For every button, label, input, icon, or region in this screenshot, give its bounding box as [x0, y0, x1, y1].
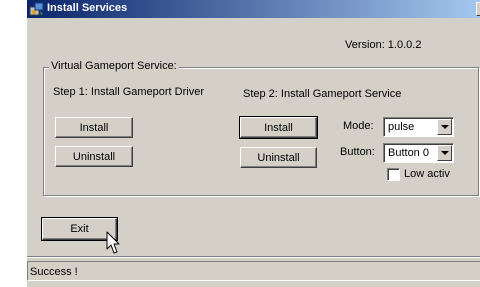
- status-bar: Success !: [27, 261, 480, 281]
- step2-label: Step 2: Install Gameport Service: [243, 88, 402, 100]
- button-label: Button:: [340, 146, 375, 158]
- window-title: Install Services: [47, 2, 128, 14]
- step1-uninstall-button[interactable]: Uninstall: [55, 146, 133, 167]
- install-services-window: Install Services × Version: 1.0.0.2 Virt…: [26, 0, 480, 287]
- install-app-icon: [29, 2, 44, 16]
- low-active-label[interactable]: Low activ: [404, 168, 450, 180]
- step1-install-button[interactable]: Install: [55, 117, 133, 138]
- mode-label: Mode:: [343, 120, 374, 132]
- mode-value: pulse: [388, 121, 415, 133]
- group-title: Virtual Gameport Service:: [49, 60, 179, 72]
- status-text: Success !: [30, 266, 78, 278]
- version-label: Version: 1.0.0.2: [345, 39, 422, 51]
- step1-label: Step 1: Install Gameport Driver: [53, 86, 205, 98]
- step2-uninstall-button[interactable]: Uninstall: [240, 147, 317, 168]
- close-button[interactable]: ×: [476, 2, 480, 16]
- mouse-pointer-icon: [106, 231, 120, 254]
- low-active-checkbox[interactable]: [387, 168, 400, 181]
- button-value: Button 0: [388, 147, 429, 159]
- chevron-down-icon[interactable]: [437, 119, 452, 135]
- title-bar[interactable]: Install Services ×: [27, 0, 480, 18]
- status-separator: [27, 256, 480, 258]
- mode-select[interactable]: pulse: [383, 117, 454, 137]
- chevron-down-icon[interactable]: [437, 145, 452, 161]
- button-select[interactable]: Button 0: [383, 143, 454, 163]
- step2-install-button[interactable]: Install: [239, 116, 318, 139]
